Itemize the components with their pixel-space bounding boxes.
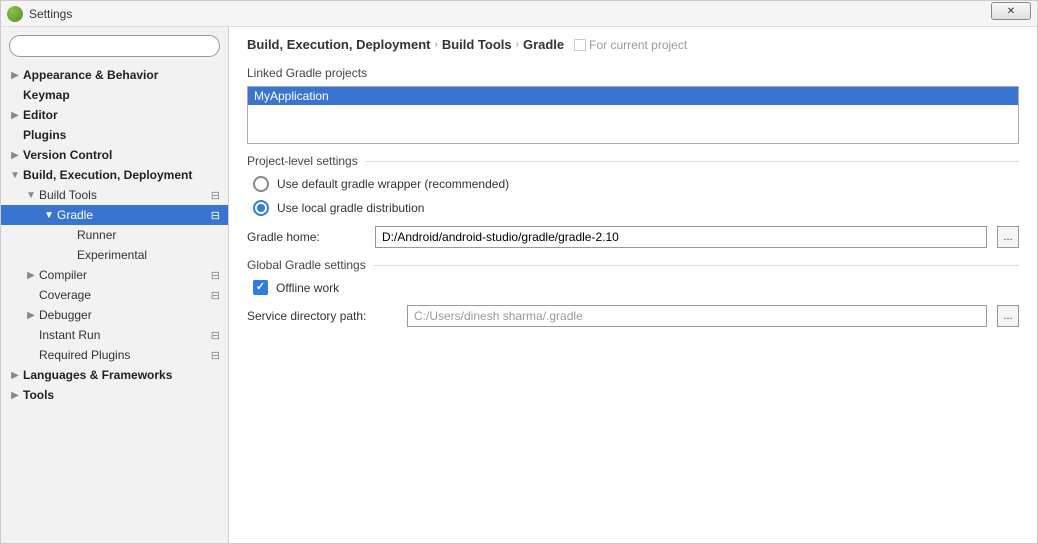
sidebar-item-label: Editor [21,108,58,122]
expand-arrow-icon: ▼ [9,170,21,181]
sidebar-item-label: Build Tools [37,188,97,202]
sidebar-item-label: Gradle [55,208,93,222]
breadcrumb-item[interactable]: Build Tools [442,37,512,52]
sidebar-item-gradle[interactable]: ▼Gradle ⊟ [1,205,228,225]
radio-local-distribution[interactable] [253,200,269,216]
expand-arrow-icon: ▼ [25,190,37,201]
gradle-home-label: Gradle home: [247,230,365,244]
browse-service-dir-button[interactable]: ... [997,305,1019,327]
browse-gradle-home-button[interactable]: ... [997,226,1019,248]
settings-sidebar: ▶Appearance & BehaviorKeymap▶EditorPlugi… [1,27,229,543]
project-scope-icon: ⊟ [211,189,220,202]
global-settings-title: Global Gradle settings [247,258,366,272]
sidebar-item-languages-frameworks[interactable]: ▶Languages & Frameworks [1,365,228,385]
sidebar-item-compiler[interactable]: ▶Compiler ⊟ [1,265,228,285]
sidebar-item-keymap[interactable]: Keymap [1,85,228,105]
expand-arrow-icon: ▶ [9,150,21,161]
expand-arrow-icon: ▶ [25,270,37,281]
chevron-right-icon: › [516,39,519,50]
sidebar-item-coverage[interactable]: Coverage ⊟ [1,285,228,305]
expand-arrow-icon: ▶ [9,70,21,81]
chevron-right-icon: › [434,39,437,50]
service-dir-input[interactable] [407,305,987,327]
settings-tree: ▶Appearance & BehaviorKeymap▶EditorPlugi… [1,63,228,543]
sidebar-item-debugger[interactable]: ▶Debugger [1,305,228,325]
sidebar-item-label: Experimental [75,248,147,262]
sidebar-item-label: Debugger [37,308,92,322]
sidebar-item-label: Plugins [21,128,66,142]
sidebar-item-experimental[interactable]: Experimental [1,245,228,265]
window-title: Settings [29,7,72,21]
project-scope-icon: ⊟ [211,269,220,282]
sidebar-item-required-plugins[interactable]: Required Plugins ⊟ [1,345,228,365]
sidebar-item-instant-run[interactable]: Instant Run ⊟ [1,325,228,345]
sidebar-item-build-execution-deployment[interactable]: ▼Build, Execution, Deployment [1,165,228,185]
separator [374,265,1019,266]
separator [366,161,1019,162]
expand-arrow-icon: ▶ [9,370,21,381]
sidebar-item-build-tools[interactable]: ▼Build Tools ⊟ [1,185,228,205]
expand-arrow-icon: ▶ [9,390,21,401]
sidebar-item-label: Languages & Frameworks [21,368,172,382]
sidebar-item-plugins[interactable]: Plugins [1,125,228,145]
project-scope-icon: ⊟ [211,289,220,302]
project-level-title: Project-level settings [247,154,358,168]
radio-default-label: Use default gradle wrapper (recommended) [277,177,509,191]
app-icon [7,6,23,22]
expand-arrow-icon: ▼ [43,210,55,221]
sidebar-item-label: Appearance & Behavior [21,68,158,82]
sidebar-item-label: Instant Run [37,328,100,342]
radio-local-label: Use local gradle distribution [277,201,424,215]
sidebar-item-label: Coverage [37,288,91,302]
sidebar-item-appearance-behavior[interactable]: ▶Appearance & Behavior [1,65,228,85]
gradle-home-input[interactable] [375,226,987,248]
list-item[interactable]: MyApplication [248,87,1018,105]
sidebar-item-editor[interactable]: ▶Editor [1,105,228,125]
sidebar-item-label: Compiler [37,268,87,282]
breadcrumb: Build, Execution, Deployment › Build Too… [247,37,1019,52]
title-bar: Settings ✕ [1,1,1037,27]
expand-arrow-icon: ▶ [9,110,21,121]
sidebar-item-label: Tools [21,388,54,402]
sidebar-item-tools[interactable]: ▶Tools [1,385,228,405]
offline-work-checkbox[interactable] [253,280,268,295]
linked-projects-title: Linked Gradle projects [247,66,1019,80]
breadcrumb-item[interactable]: Build, Execution, Deployment [247,37,430,52]
linked-projects-list[interactable]: MyApplication [247,86,1019,144]
scope-hint: For current project [574,38,687,52]
sidebar-item-label: Runner [75,228,116,242]
sidebar-item-label: Required Plugins [37,348,130,362]
project-scope-icon: ⊟ [211,349,220,362]
project-scope-icon: ⊟ [211,209,220,222]
project-scope-icon [574,39,586,51]
breadcrumb-item[interactable]: Gradle [523,37,564,52]
project-scope-icon: ⊟ [211,329,220,342]
sidebar-item-label: Version Control [21,148,112,162]
expand-arrow-icon: ▶ [25,310,37,321]
sidebar-item-version-control[interactable]: ▶Version Control [1,145,228,165]
sidebar-item-label: Build, Execution, Deployment [21,168,192,182]
sidebar-item-label: Keymap [21,88,70,102]
service-dir-label: Service directory path: [247,309,397,323]
main-panel: Build, Execution, Deployment › Build Too… [229,27,1037,543]
search-input[interactable] [9,35,220,57]
close-button[interactable]: ✕ [991,2,1031,20]
sidebar-item-runner[interactable]: Runner [1,225,228,245]
radio-default-wrapper[interactable] [253,176,269,192]
offline-work-label: Offline work [276,281,339,295]
